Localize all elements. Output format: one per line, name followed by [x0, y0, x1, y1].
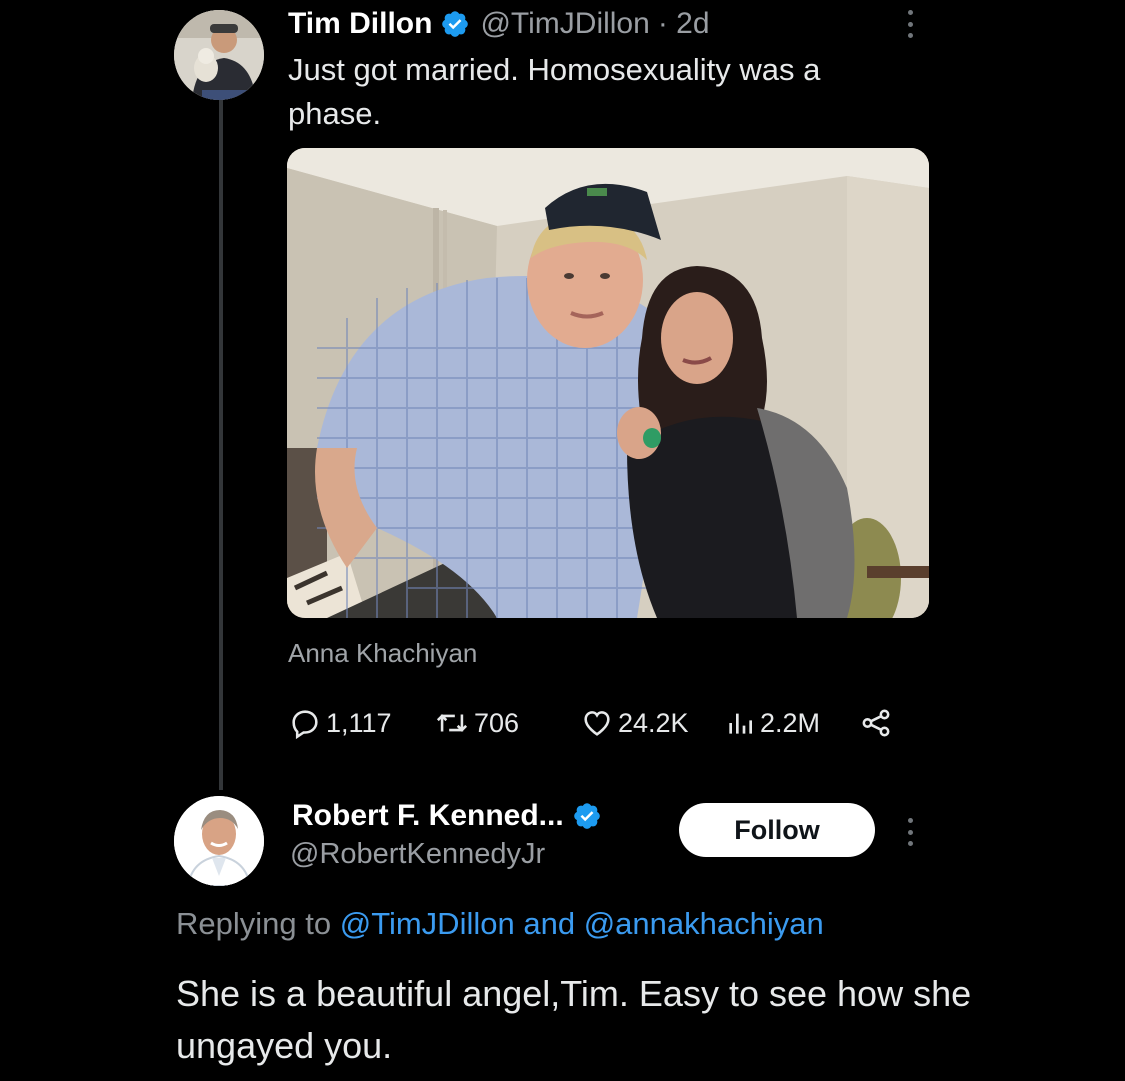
views-icon: [729, 713, 752, 734]
reply-button[interactable]: 1,117: [288, 700, 392, 746]
reply-count: 1,117: [326, 707, 392, 738]
user-avatar-photo-icon: [174, 796, 264, 886]
reply-header: Robert F. Kenned...: [292, 796, 602, 836]
couple-photo-icon: [287, 148, 929, 618]
replying-prefix: Replying to: [176, 906, 332, 941]
reply-author-handle[interactable]: @RobertKennedyJr: [290, 838, 545, 871]
author-handle[interactable]: @TimJDillon: [480, 7, 649, 41]
share-icon: [862, 709, 890, 737]
author-display-name[interactable]: Tim Dillon: [288, 7, 432, 41]
retweet-count: 706: [474, 707, 520, 738]
retweet-icon: [436, 714, 468, 732]
verified-badge-icon: [442, 11, 469, 37]
user-avatar-photo-icon: [174, 10, 264, 100]
replying-and: and: [523, 906, 576, 941]
thread-view: Tim Dillon @TimJDillon · 2d Just got mar…: [0, 0, 1125, 1081]
thread-connector-line: [219, 100, 223, 790]
replying-to-line: Replying to @TimJDillon and @annakhachiy…: [176, 906, 824, 942]
reply-author-display-name[interactable]: Robert F. Kenned...: [292, 799, 564, 833]
views-button[interactable]: 2.2M: [724, 700, 820, 746]
robert-kennedy-avatar[interactable]: [174, 796, 264, 886]
verified-badge-icon: [573, 803, 600, 829]
tim-dillon-avatar[interactable]: [174, 10, 264, 100]
mention-annakhachiyan[interactable]: @annakhachiyan: [584, 906, 824, 941]
share-button[interactable]: [858, 700, 894, 746]
tagged-user[interactable]: Anna Khachiyan: [288, 638, 477, 669]
tweet-age[interactable]: · 2d: [658, 7, 710, 41]
tweet-photo[interactable]: [287, 148, 929, 618]
reply-icon: [292, 710, 318, 740]
like-button[interactable]: 24.2K: [580, 700, 689, 746]
tweet-text: Just got married. Homosexuality was a ph…: [288, 52, 821, 131]
tweet-header: Tim Dillon @TimJDillon · 2d: [288, 4, 710, 44]
reply-text: She is a beautiful angel,Tim. Easy to se…: [176, 973, 972, 1066]
like-icon: [584, 711, 610, 736]
tweet-actions: 1,117 706 24.2K 2.2M: [288, 700, 908, 746]
follow-button[interactable]: Follow: [679, 803, 875, 857]
more-options-icon[interactable]: [900, 4, 920, 44]
more-options-icon[interactable]: [900, 812, 920, 852]
views-count: 2.2M: [760, 707, 821, 738]
mention-timjdillon[interactable]: @TimJDillon: [340, 906, 515, 941]
like-count: 24.2K: [618, 707, 689, 738]
retweet-button[interactable]: 706: [434, 700, 519, 746]
